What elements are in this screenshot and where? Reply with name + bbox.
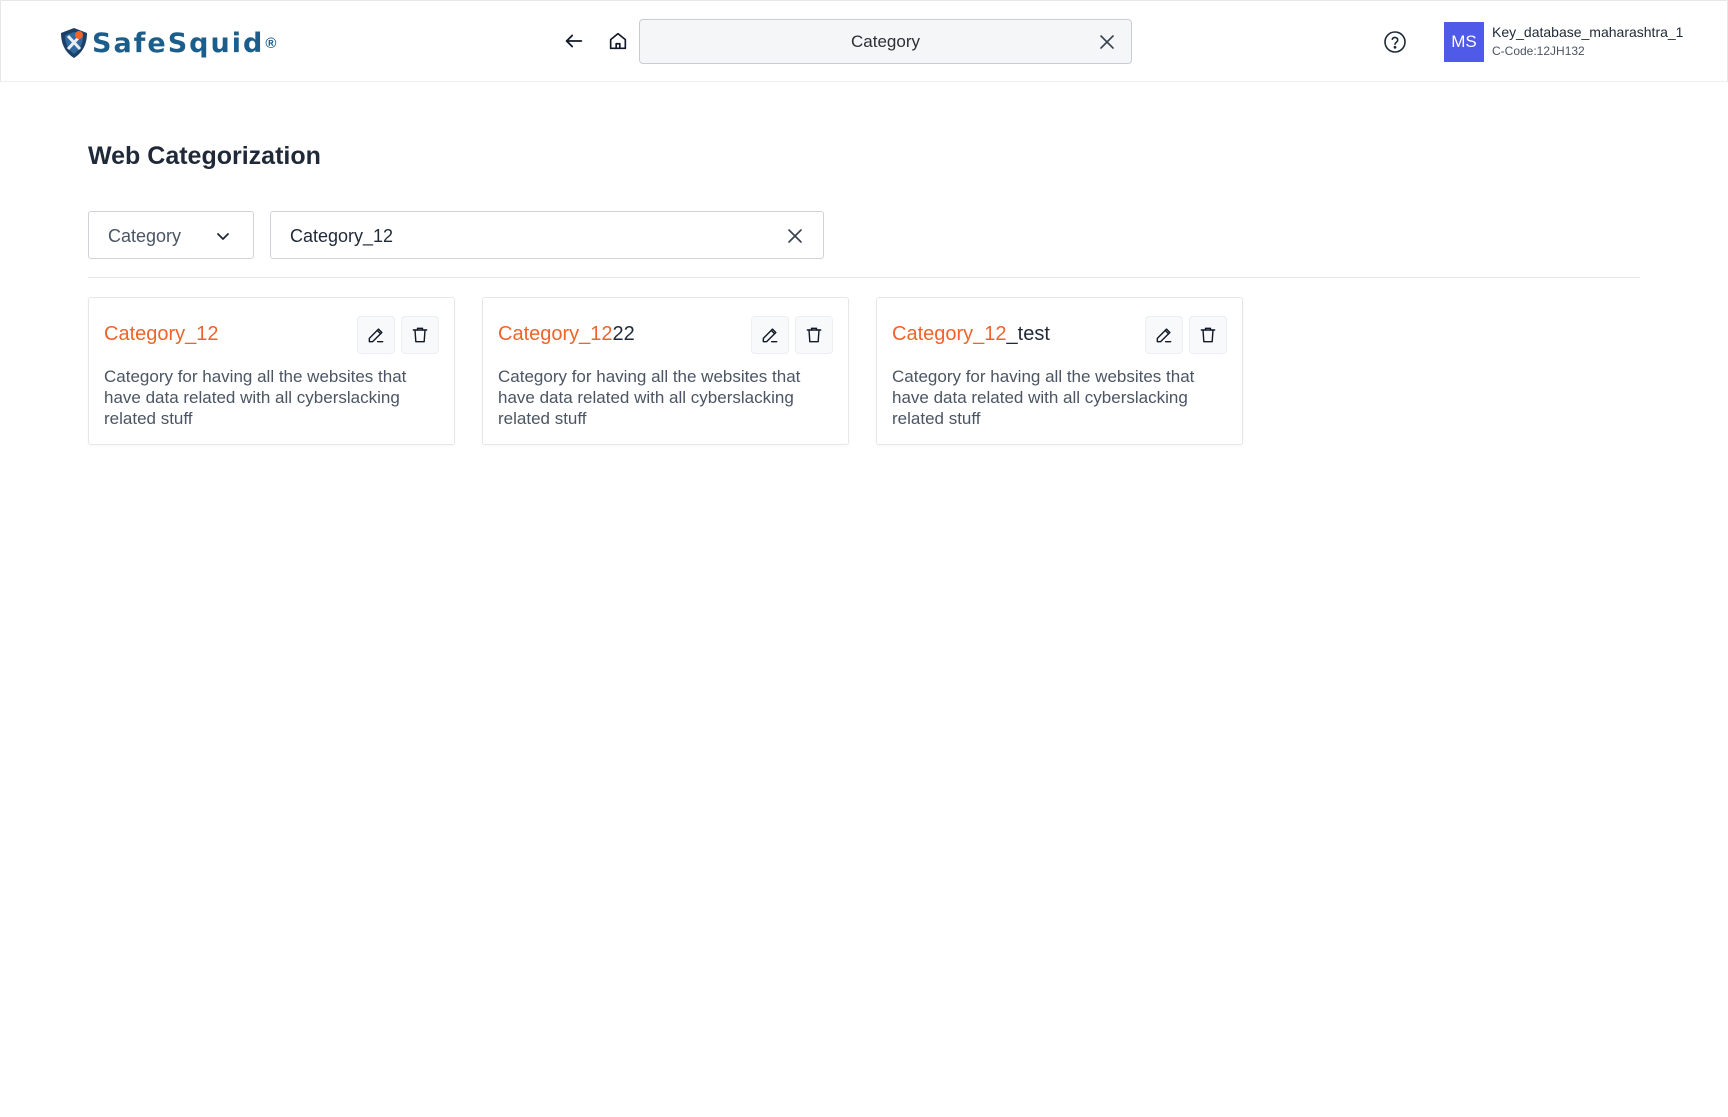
category-search-input[interactable] — [290, 224, 770, 248]
category-description: Category for having all the websites tha… — [104, 367, 407, 428]
divider — [88, 277, 1640, 278]
page-title: Web Categorization — [88, 142, 321, 170]
category-card[interactable]: Category_1222 Category for having all th… — [482, 297, 849, 445]
close-icon[interactable] — [1097, 32, 1117, 52]
customer-code: C-Code:12JH132 — [1492, 44, 1585, 58]
title-remainder: _test — [1006, 323, 1050, 345]
search-match-highlight: Category_12 — [104, 323, 219, 345]
edit-button[interactable] — [751, 316, 789, 354]
global-search-field[interactable]: Category — [639, 19, 1132, 64]
trash-icon — [1200, 327, 1216, 343]
pencil-icon — [1156, 328, 1172, 343]
avatar[interactable]: MS — [1444, 22, 1484, 62]
title-remainder: 22 — [612, 323, 635, 345]
delete-button[interactable] — [1189, 316, 1227, 354]
safesquid-logo[interactable]: SafeSquid ® — [57, 25, 276, 61]
category-card[interactable]: Category_12 Category for having all the … — [88, 297, 455, 445]
category-search-field — [270, 211, 824, 259]
brand-name: SafeSquid — [92, 27, 265, 59]
delete-button[interactable] — [401, 316, 439, 354]
category-description: Category for having all the websites tha… — [892, 367, 1195, 428]
edit-button[interactable] — [1145, 316, 1183, 354]
shield-logo-icon — [61, 28, 87, 58]
filter-type-value: Category — [108, 226, 182, 246]
user-name: Key_database_maharashtra_1 — [1492, 24, 1684, 40]
category-title[interactable]: Category_12 — [104, 323, 219, 346]
global-search-value: Category — [851, 32, 920, 51]
trash-icon — [806, 327, 822, 343]
chevron-down-icon — [217, 233, 229, 240]
search-match-highlight: Category_12 — [498, 323, 613, 345]
trash-icon — [412, 327, 428, 343]
pencil-icon — [368, 328, 384, 343]
category-title[interactable]: Category_1222 — [498, 323, 635, 346]
arrow-left-icon — [565, 34, 583, 48]
category-card[interactable]: Category_12_test Category for having all… — [876, 297, 1243, 445]
user-info[interactable]: Key_database_maharashtra_1 C-Code:12JH13… — [1492, 24, 1683, 58]
category-title[interactable]: Category_12_test — [892, 323, 1050, 346]
back-button[interactable] — [559, 26, 589, 56]
top-navbar: SafeSquid ® Category MS Key_database_maha… — [0, 0, 1728, 82]
home-icon — [609, 32, 627, 50]
edit-button[interactable] — [357, 316, 395, 354]
delete-button[interactable] — [795, 316, 833, 354]
home-button[interactable] — [603, 26, 633, 56]
search-match-highlight: Category_12 — [892, 323, 1007, 345]
registered-mark: ® — [265, 34, 277, 52]
filter-type-dropdown[interactable]: Category — [88, 211, 254, 259]
close-icon[interactable] — [785, 226, 805, 246]
category-description: Category for having all the websites tha… — [498, 367, 801, 428]
pencil-icon — [762, 328, 778, 343]
help-circle-icon[interactable] — [1383, 30, 1407, 54]
